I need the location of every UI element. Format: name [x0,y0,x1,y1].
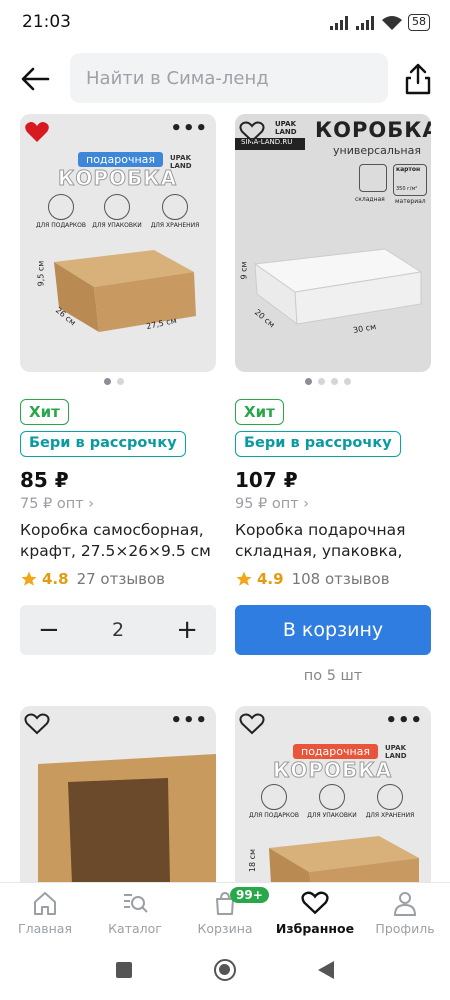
star-icon [236,571,252,586]
product-image[interactable]: подарочная КОРОБКА UPAK LAND ДЛЯ ПОДАРКО… [20,114,216,372]
feature-label: ДЛЯ ПОДАРКОВ [248,812,300,819]
box-icon [377,784,403,810]
signal-icon [330,15,348,30]
battery-icon: 58 [408,14,430,31]
feature-label: ДЛЯ ХРАНЕНИЯ [150,222,200,229]
status-time: 21:03 [22,12,71,32]
status-bar: 21:03 58 [0,0,450,48]
hit-badge: Хит [235,399,284,425]
hit-badge: Хит [20,399,69,425]
kraft-box-illustration [54,250,196,332]
feature-label: 350 г/м² [396,186,418,192]
gift-icon [261,784,287,810]
feature-label: материал [395,198,426,205]
favorite-heart-icon[interactable] [24,712,50,736]
star-icon [21,571,37,586]
catalog-search-icon [124,894,148,913]
nav-label: Главная [18,921,72,936]
price: 107 ₽ [235,468,298,492]
back-arrow-icon[interactable] [18,62,52,96]
search-placeholder: Найти в Сима-ленд [86,67,269,89]
gift-icon [48,194,74,220]
feature-label: ДЛЯ УПАКОВКИ [307,812,357,819]
status-icons: 58 [330,14,430,31]
cart-count-badge: 99+ [230,887,269,903]
decrease-button[interactable]: − [38,615,60,645]
dimension-label: 18 см [248,848,258,873]
nav-profile[interactable]: Профиль [360,889,450,936]
box-icon [162,194,188,220]
feature-label: картон [396,166,421,173]
favorite-heart-icon[interactable] [239,712,265,736]
dimension-label: 9,5 см [36,260,46,287]
installment-badge[interactable]: Бери в рассрочку [20,431,186,457]
image-pagination [305,378,351,385]
rating-value: 4.8 [42,570,69,588]
increase-button[interactable]: + [176,615,198,645]
header: Найти в Сима-ленд [0,52,450,108]
nav-label: Профиль [375,921,435,936]
product-title[interactable]: Коробка самосборная, крафт, 27.5×26×9.5 … [20,520,216,562]
system-back-icon[interactable] [316,960,336,980]
nav-catalog[interactable]: Каталог [90,889,180,936]
home-icon [34,892,56,915]
image-headline: КОРОБКА [57,166,178,191]
installment-badge[interactable]: Бери в рассрочку [235,431,401,457]
product-image[interactable]: SIMA-LAND.RU UPAK LAND КОРОБКА универсал… [235,114,431,372]
nav-favorites[interactable]: Избранное [270,889,360,936]
image-headline: КОРОБКА [272,758,393,783]
search-input[interactable]: Найти в Сима-ленд [70,53,388,103]
more-options-icon[interactable]: ••• [170,120,208,138]
image-subheadline: универсальная [333,144,421,157]
image-brand: UPAK LAND [275,120,297,136]
feature-label: ДЛЯ ХРАНЕНИЯ [365,812,415,819]
favorite-heart-icon[interactable] [24,120,50,144]
nav-label: Каталог [108,921,162,936]
window-box-illustration [38,754,216,882]
nav-home[interactable]: Главная [0,889,90,936]
more-options-icon[interactable]: ••• [385,712,423,730]
image-tag: подарочная [78,152,164,167]
wifi-icon [382,15,402,30]
wholesale-price-link[interactable]: 75 ₽ опт › [20,496,94,512]
nav-label: Корзина [197,921,253,936]
favorite-heart-icon[interactable] [239,120,265,144]
signal-icon [356,15,374,30]
reviews-count[interactable]: 27 отзывов [77,570,165,588]
min-quantity-note: по 5 шт [303,668,363,684]
quantity-value[interactable]: 2 [112,619,124,641]
quantity-stepper: − 2 + [20,605,216,655]
bow-icon [104,194,130,220]
image-brand: UPAK LAND [385,744,407,760]
dimension-label: 9 см [239,261,249,280]
feature-label: ДЛЯ ПОДАРКОВ [35,222,87,229]
more-options-icon[interactable]: ••• [170,712,208,730]
system-navigation-bar [0,944,450,1000]
bow-icon [319,784,345,810]
image-tag: подарочная [293,744,379,759]
kraft-box-illustration [269,836,419,882]
image-brand: UPAK LAND [170,154,192,170]
nav-label: Избранное [275,921,355,936]
heart-icon [301,891,329,915]
rating: 4.9 108 отзывов [235,570,390,588]
feature-label: складная [355,196,385,203]
rating-value: 4.9 [257,570,284,588]
add-to-cart-button[interactable]: В корзину [235,605,431,655]
product-title[interactable]: Коробка подарочная складная, упаковка, [235,520,431,562]
image-pagination [104,378,124,385]
price: 85 ₽ [20,468,69,492]
image-headline: КОРОБКА [315,118,431,142]
recent-apps-icon[interactable] [116,962,132,978]
wholesale-price-link[interactable]: 95 ₽ опт › [235,496,309,512]
profile-icon [393,892,417,916]
rating: 4.8 27 отзывов [20,570,165,588]
reviews-count[interactable]: 108 отзывов [292,570,390,588]
gear-icon [359,164,387,192]
nav-cart[interactable]: 99+ Корзина [180,887,270,936]
home-circle-icon[interactable] [214,959,236,981]
bottom-navigation: Главная Каталог 99+ Корзина Избранное Пр… [0,882,450,944]
share-icon[interactable] [402,62,434,96]
feature-label: ДЛЯ УПАКОВКИ [92,222,142,229]
